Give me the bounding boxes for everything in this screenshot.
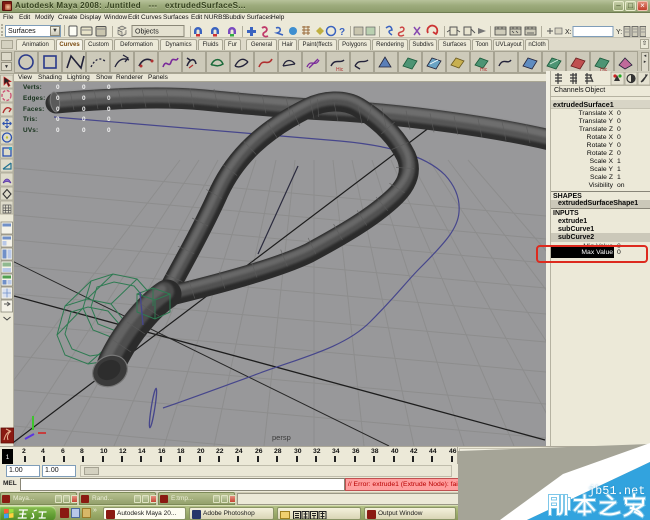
svg-text:X:: X:	[565, 29, 572, 36]
svg-text:persp: persp	[272, 433, 291, 442]
svg-text:?: ?	[339, 27, 345, 38]
svg-text:Objects: Objects	[135, 29, 159, 36]
svg-text:Hic: Hic	[480, 67, 488, 73]
svg-text:Y:: Y:	[616, 29, 622, 36]
svg-text:jb51.net: jb51.net	[588, 485, 646, 498]
svg-text:Hic: Hic	[336, 67, 344, 73]
